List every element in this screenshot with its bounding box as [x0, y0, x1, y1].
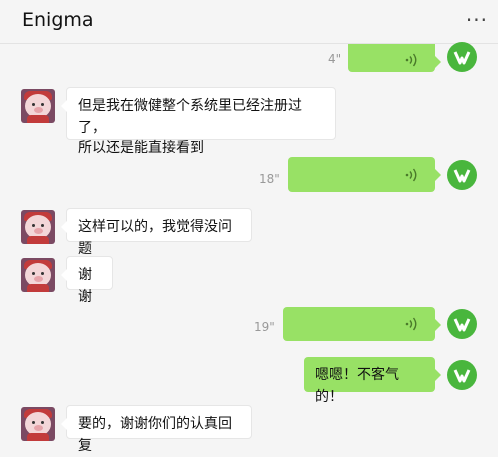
voice-wave-icon [405, 53, 417, 67]
voice-message-bubble[interactable] [283, 307, 441, 341]
message-text-line: 但是我在微健整个系统里已经注册过了， [78, 98, 302, 136]
voice-duration: 4" [328, 52, 342, 66]
voice-wave-icon [405, 168, 417, 181]
text-message-bubble[interactable]: 谢谢 [61, 256, 113, 305]
text-message-bubble[interactable]: 这样可以的，我觉得没问题 [61, 208, 252, 257]
text-message-bubble[interactable]: 要的，谢谢你们的认真回复 [61, 405, 252, 454]
chat-title: Enigma [22, 9, 94, 31]
voice-message-bubble[interactable] [288, 157, 441, 192]
chat-header: Enigma ··· [0, 0, 498, 44]
voice-wave-icon [405, 317, 417, 331]
voice-message-bubble[interactable] [348, 44, 441, 72]
contact-avatar[interactable] [21, 210, 55, 244]
more-dots-icon[interactable]: ··· [466, 8, 488, 32]
my-avatar[interactable] [447, 42, 477, 72]
my-avatar[interactable] [447, 160, 477, 190]
my-avatar[interactable] [447, 309, 477, 339]
voice-duration: 18" [259, 172, 280, 186]
text-message-bubble[interactable]: 嗯嗯！不客气的！ [304, 357, 441, 405]
my-avatar[interactable] [447, 360, 477, 390]
voice-duration: 19" [254, 320, 275, 334]
message-text-line: 所以还是能直接看到 [78, 140, 204, 156]
contact-avatar[interactable] [21, 258, 55, 292]
text-message-bubble[interactable]: 但是我在微健整个系统里已经注册过了， 所以还是能直接看到 [61, 87, 336, 156]
contact-avatar[interactable] [21, 89, 55, 123]
